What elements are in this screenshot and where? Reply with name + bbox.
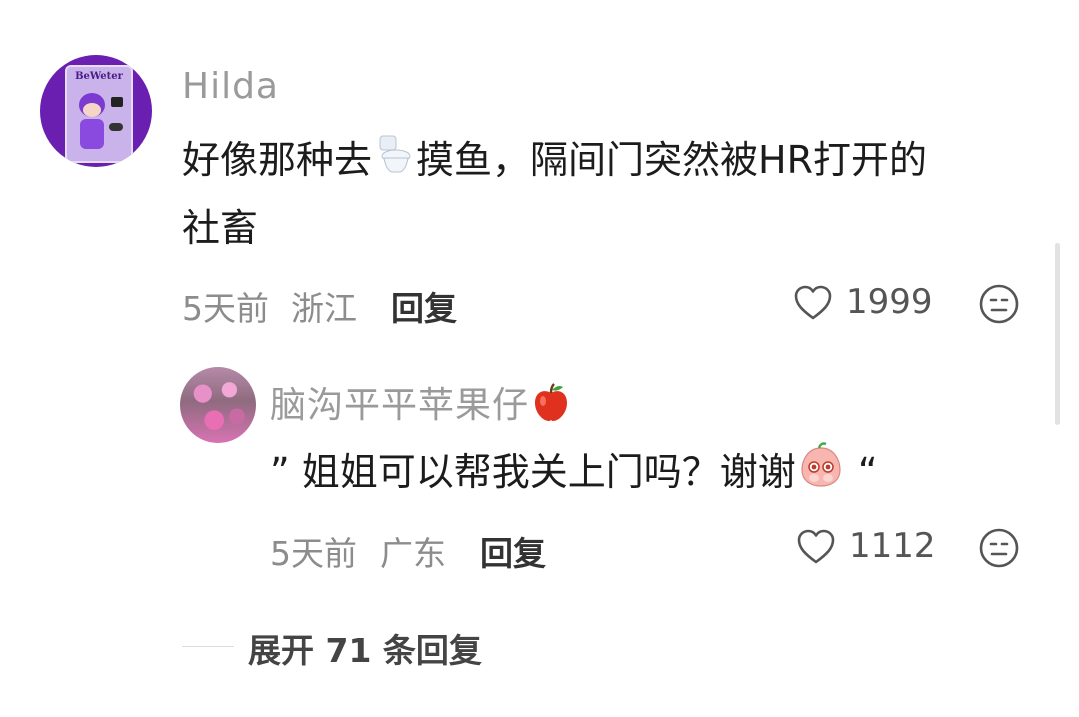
comment-location: 浙江 — [291, 289, 357, 328]
reply-like-heart-icon[interactable] — [795, 526, 837, 568]
like-count: 1999 — [846, 282, 933, 322]
reply-dislike-face-icon[interactable] — [978, 527, 1020, 569]
reply-author[interactable]: 脑沟平平苹果仔 — [270, 385, 529, 426]
like-heart-icon[interactable] — [792, 282, 834, 324]
reply-like-count: 1112 — [849, 526, 936, 566]
reply-time: 5天前 — [270, 534, 357, 573]
apple-emoji-icon — [529, 381, 573, 434]
reply-quote-open: ” — [270, 450, 290, 494]
toilet-emoji-icon — [372, 131, 416, 195]
reply-text-body: 姐姐可以帮我关上门吗？谢谢 — [301, 450, 796, 494]
avatar-accessory — [111, 97, 123, 107]
reply-button[interactable]: 回复 — [391, 282, 457, 330]
avatar-accessory — [109, 123, 123, 131]
expand-divider — [182, 646, 234, 647]
comment-text-part: 好像那种去 — [182, 138, 373, 182]
comment-time: 5天前 — [182, 289, 269, 328]
expand-replies-button[interactable]: 展开 71 条回复 — [248, 624, 482, 672]
avatar-figure-card: BeWeter — [65, 65, 133, 163]
comment-text-line1: 好像那种去 摸鱼，隔间门突然被HR打开的 — [182, 128, 927, 195]
comment-text-part: 摸鱼，隔间门突然被HR打开的 — [416, 138, 927, 182]
shy-face-emoji-icon — [796, 440, 846, 509]
reply-avatar[interactable] — [180, 367, 256, 443]
comment-author[interactable]: Hilda — [182, 66, 279, 107]
avatar-figure-face — [83, 103, 101, 117]
reply-reply-button[interactable]: 回复 — [480, 527, 546, 575]
avatar-figure-body — [80, 119, 104, 149]
comment-text-line2: 社畜 — [182, 206, 259, 250]
reply-quote-close: “ — [857, 450, 878, 494]
dislike-face-icon[interactable] — [978, 283, 1020, 325]
reply-author-row: 脑沟平平苹果仔 — [270, 376, 573, 434]
avatar[interactable]: BeWeter — [40, 55, 152, 167]
reply-location: 广东 — [380, 534, 446, 573]
scrollbar[interactable] — [1055, 243, 1060, 425]
avatar-brand-text: BeWeter — [75, 71, 123, 82]
reply-text: ” 姐姐可以帮我关上门吗？谢谢 “ — [270, 440, 878, 509]
